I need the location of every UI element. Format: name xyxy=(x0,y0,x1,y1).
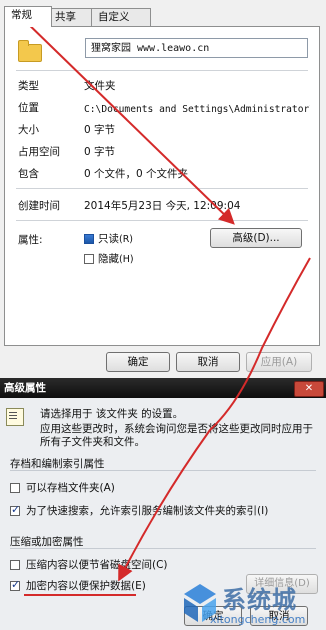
arrow-to-encrypt xyxy=(118,257,311,582)
arrow-to-advanced xyxy=(19,15,235,225)
tab-general[interactable]: 常规 xyxy=(4,6,52,27)
tutorial-arrows xyxy=(19,15,311,582)
